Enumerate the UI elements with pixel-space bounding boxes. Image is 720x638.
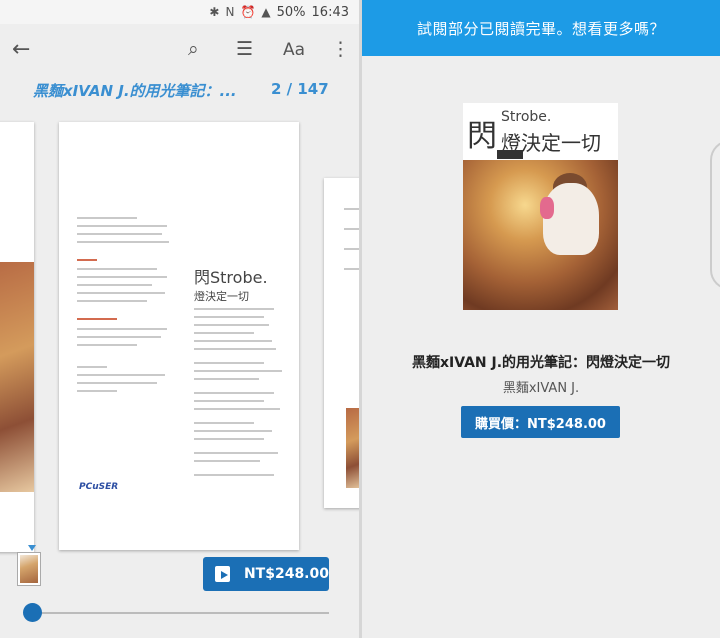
current-position-marker	[28, 545, 36, 551]
alarm-icon: ⏰	[240, 5, 256, 19]
more-options-icon[interactable]: ⋮	[331, 38, 350, 60]
cover-logo-char: 閃	[467, 119, 497, 154]
current-page[interactable]: 閃Strobe. 燈決定一切 PCuSER	[59, 122, 299, 550]
preview-end-banner: 試閱部分已閱讀完畢。想看更多嗎？	[362, 0, 720, 56]
edge-curve-decoration	[710, 140, 720, 290]
battery-level: 50%	[276, 4, 306, 20]
reader-panel: ✱ N ⏰ ▲ 50% 16:43 ← ⌕ ☰ Aa ⋮ 黑麵xIVAN J.的…	[0, 0, 359, 638]
page-thumbnail[interactable]	[17, 552, 41, 586]
table-of-contents-icon[interactable]: ☰	[236, 38, 253, 60]
buy-price: NT$248.00	[243, 566, 329, 582]
publisher-logo: PCuSER	[79, 482, 119, 492]
book-title-bar: 黑麵xIVAN J.的用光筆記：... 2 / 147	[0, 76, 359, 106]
book-title-full: 黑麵xIVAN J.的用光筆記：閃燈決定一切	[411, 355, 671, 371]
book-author: 黑麵xIVAN J.	[502, 381, 580, 396]
signal-icon: ▲	[261, 5, 271, 19]
page-indicator: 2 / 147	[271, 80, 329, 98]
clock: 16:43	[311, 4, 349, 20]
cover-logo-strobe: Strobe.	[501, 109, 552, 125]
page-photo	[0, 262, 34, 492]
purchase-button[interactable]: 購買價：NT$248.00	[461, 406, 620, 438]
page-slider-knob[interactable]	[23, 603, 42, 622]
page-photo	[346, 408, 359, 488]
page-logo: 閃Strobe. 燈決定一切	[194, 268, 268, 303]
next-page[interactable]	[324, 178, 359, 508]
search-icon[interactable]: ⌕	[188, 38, 199, 60]
page-slider-track[interactable]	[32, 612, 329, 614]
nfc-icon: N	[225, 5, 235, 19]
bluetooth-icon: ✱	[209, 5, 220, 19]
shopping-bag-icon	[215, 566, 230, 582]
book-cover: 閃 Strobe. 燈決定一切	[463, 103, 618, 310]
back-arrow-icon[interactable]: ←	[12, 37, 30, 62]
text-settings-button[interactable]: Aa	[283, 40, 305, 60]
preview-end-panel: 試閱部分已閱讀完畢。想看更多嗎？ 閃 Strobe. 燈決定一切 黑麵xIVAN…	[362, 0, 720, 638]
buy-button[interactable]: NT$248.00	[203, 557, 329, 591]
reader-toolbar: ← ⌕ ☰ Aa ⋮	[0, 24, 359, 76]
status-bar: ✱ N ⏰ ▲ 50% 16:43	[0, 0, 359, 24]
book-title: 黑麵xIVAN J.的用光筆記：...	[33, 82, 237, 100]
previous-page[interactable]	[0, 122, 34, 552]
